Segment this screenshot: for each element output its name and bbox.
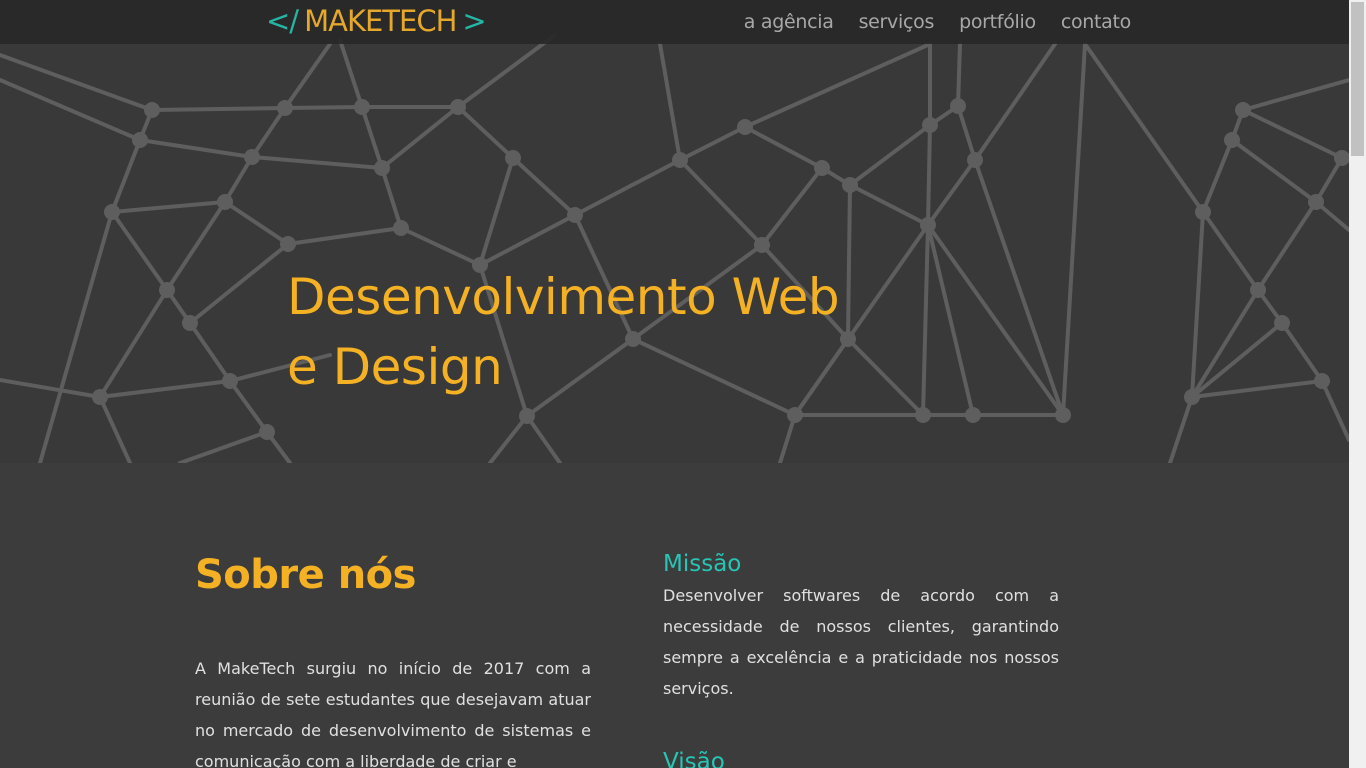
logo-open-bracket: </ [266, 4, 299, 38]
page: Desenvolvimento Web e Design </ MAKETECH… [0, 0, 1349, 768]
hero-title-line-2: e Design [287, 338, 503, 396]
logo-brand-name: MAKETECH [304, 4, 457, 38]
nav-link-contato[interactable]: contato [1061, 11, 1131, 33]
vertical-scrollbar[interactable] [1349, 0, 1366, 768]
about-heading: Sobre nós [195, 552, 416, 598]
top-navbar: </ MAKETECH > a agência serviços portfól… [0, 0, 1349, 44]
maketech-logo[interactable]: </ MAKETECH > [266, 2, 487, 40]
hero-title-line-1: Desenvolvimento Web [287, 268, 840, 326]
nav-link-servicos[interactable]: serviços [859, 11, 935, 33]
about-text: A MakeTech surgiu no início de 2017 com … [195, 659, 591, 768]
vision-heading: Visão [663, 749, 725, 768]
scrollbar-thumb[interactable] [1351, 2, 1364, 156]
hero-title: Desenvolvimento Web e Design [287, 262, 927, 402]
mission-heading: Missão [663, 551, 742, 577]
logo-close-bracket: > [462, 4, 486, 38]
about-section: Sobre nós A MakeTech surgiu no início de… [195, 545, 591, 768]
nav-link-agencia[interactable]: a agência [744, 11, 834, 33]
mission-text: Desenvolver softwares de acordo com a ne… [663, 586, 1059, 698]
hero-banner: Desenvolvimento Web e Design [0, 0, 1349, 463]
nav-link-portfolio[interactable]: portfólio [959, 11, 1036, 33]
mission-vision-section: Missão Desenvolver softwares de acordo c… [663, 548, 1059, 768]
main-nav: a agência serviços portfólio contato [744, 0, 1132, 44]
